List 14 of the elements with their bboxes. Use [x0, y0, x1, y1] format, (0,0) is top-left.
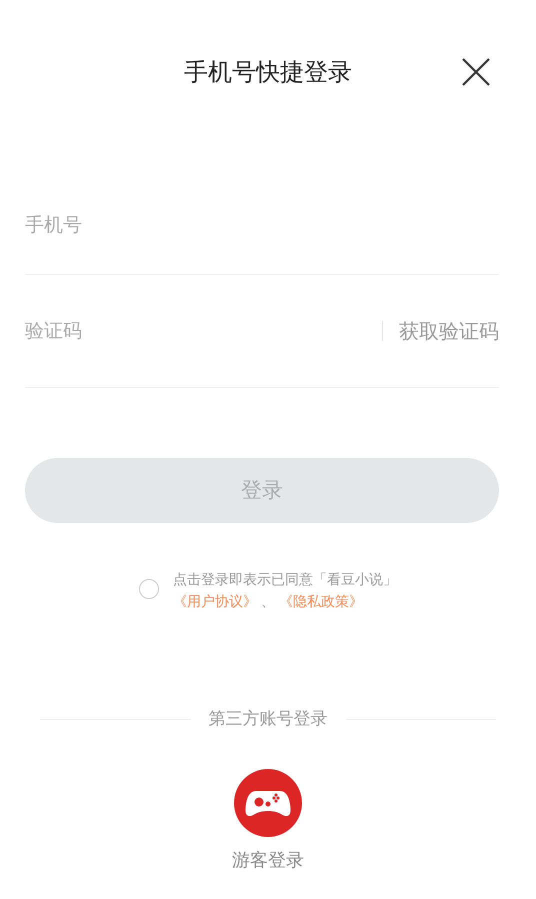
agreement-checkbox[interactable]	[139, 579, 159, 599]
privacy-policy-link[interactable]: 《隐私政策》	[279, 591, 363, 613]
close-icon	[461, 57, 491, 87]
phone-input[interactable]: 手机号	[25, 175, 499, 275]
third-party-heading: 第三方账号登录	[208, 708, 328, 731]
code-input[interactable]: 验证码	[25, 275, 382, 387]
guest-login-button[interactable]: 游客登录	[232, 768, 304, 874]
separator-text: 、	[260, 593, 276, 612]
user-agreement-link[interactable]: 《用户协议》	[173, 591, 257, 613]
get-code-link[interactable]: 获取验证码	[399, 316, 499, 346]
gamepad-icon	[234, 768, 302, 836]
close-button[interactable]	[460, 56, 492, 88]
page-title: 手机号快捷登录	[184, 57, 352, 88]
agreement-text: 点击登录即表示已同意「看豆小说」	[173, 571, 397, 590]
